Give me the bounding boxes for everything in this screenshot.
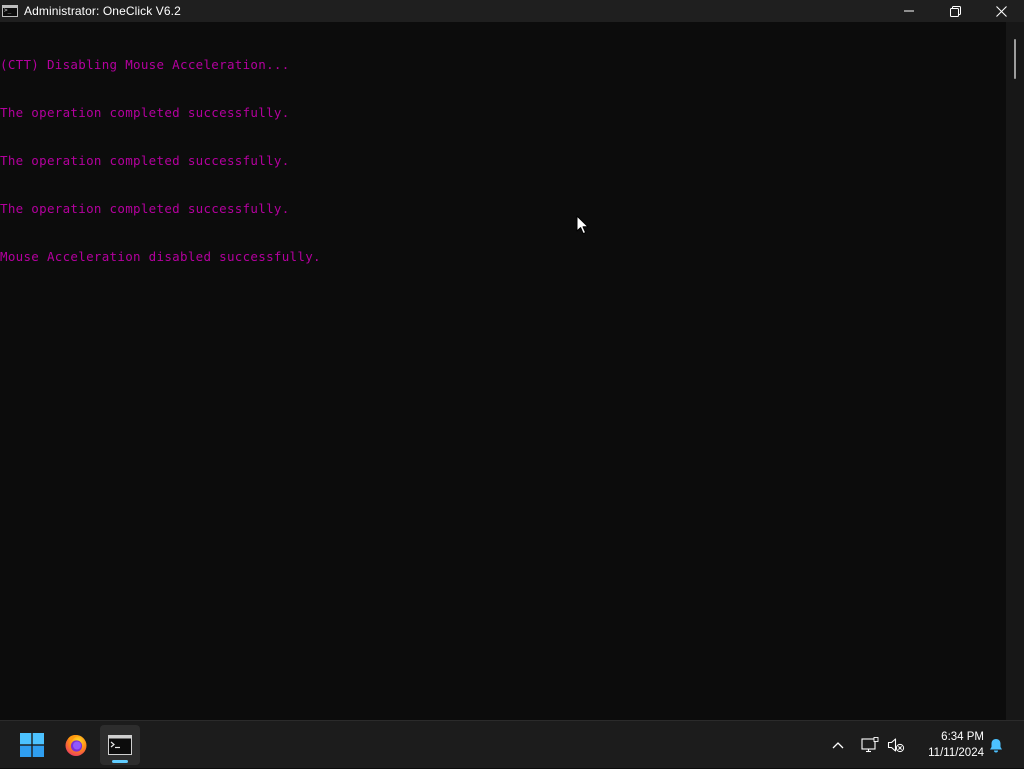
- volume-button[interactable]: [885, 721, 907, 769]
- scrollbar-thumb[interactable]: [1014, 39, 1016, 79]
- chevron-up-icon: [832, 742, 844, 749]
- clock-time: 6:34 PM: [941, 731, 984, 743]
- windows-logo-icon: [20, 733, 44, 757]
- taskbar-app-firefox[interactable]: [56, 725, 96, 765]
- console-app-icon[interactable]: [2, 5, 18, 17]
- console-line: (CTT) Disabling Mouse Acceleration...: [0, 57, 290, 72]
- console-output[interactable]: (CTT) Disabling Mouse Acceleration... Th…: [0, 25, 1004, 715]
- notifications-button[interactable]: [986, 721, 1006, 769]
- console-line: The operation completed successfully.: [0, 201, 290, 216]
- window-title: Administrator: OneClick V6.2: [24, 4, 181, 18]
- notification-bell-icon: [990, 738, 1002, 752]
- title-bar[interactable]: Administrator: OneClick V6.2: [0, 0, 1024, 22]
- firefox-icon: [65, 735, 87, 756]
- start-button[interactable]: [12, 725, 52, 765]
- console-window: Administrator: OneClick V6.2: [0, 0, 1024, 720]
- clock-date: 11/11/2024: [928, 747, 984, 759]
- console-line: The operation completed successfully.: [0, 153, 290, 168]
- active-app-indicator: [112, 760, 128, 763]
- minimize-button[interactable]: [886, 0, 932, 22]
- close-icon: [995, 5, 1007, 17]
- network-icon: [861, 737, 879, 753]
- minimize-icon: [904, 10, 914, 12]
- terminal-icon: [108, 735, 132, 755]
- restore-icon: [949, 5, 961, 17]
- mouse-pointer-icon: [576, 215, 589, 235]
- caption-buttons: [886, 0, 1024, 22]
- network-button[interactable]: [859, 721, 881, 769]
- show-hidden-icons-button[interactable]: [828, 721, 848, 769]
- volume-muted-icon: [887, 738, 905, 753]
- taskbar-app-command-prompt[interactable]: [100, 725, 140, 765]
- vertical-scrollbar[interactable]: [1006, 22, 1024, 720]
- restore-button[interactable]: [932, 0, 978, 22]
- console-line: The operation completed successfully.: [0, 105, 290, 120]
- close-button[interactable]: [978, 0, 1024, 22]
- taskbar: 6:34 PM 11/11/2024: [0, 720, 1024, 768]
- system-clock[interactable]: 6:34 PM 11/11/2024: [916, 729, 984, 761]
- console-line: Mouse Acceleration disabled successfully…: [0, 249, 321, 264]
